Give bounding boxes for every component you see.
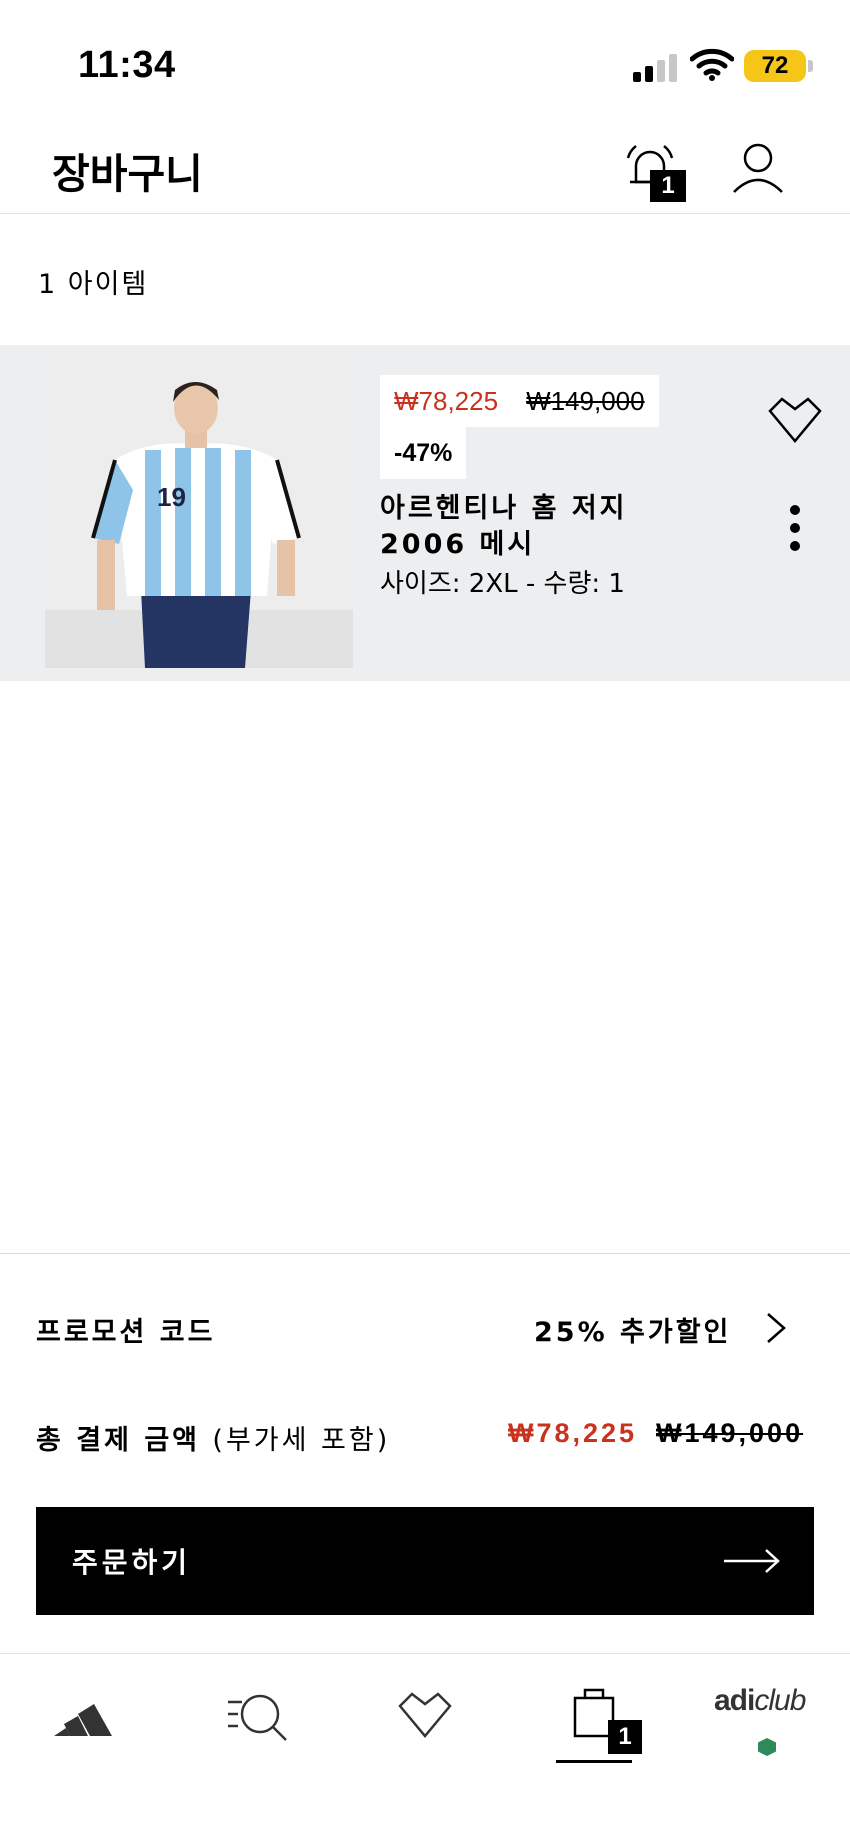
- page-title: 장바구니: [52, 150, 203, 198]
- signal-icon: [633, 52, 679, 82]
- total-label-text: 총 결제 금액: [36, 1425, 200, 1456]
- bottom-nav: 1 adiclub: [0, 1653, 850, 1840]
- heart-icon: [398, 1692, 452, 1738]
- item-count: 1 아이템: [38, 269, 149, 300]
- checkout-label: 주문하기: [72, 1546, 192, 1579]
- search-icon: [228, 1694, 287, 1741]
- active-tab-indicator: [556, 1760, 632, 1763]
- nav-wishlist[interactable]: [396, 1684, 456, 1754]
- total-vat-note: (부가세 포함): [212, 1425, 391, 1456]
- jersey-photo: 19: [45, 360, 353, 668]
- total-label: 총 결제 금액 (부가세 포함): [36, 1418, 390, 1457]
- summary-divider: [0, 1253, 850, 1254]
- notification-button[interactable]: 1: [622, 140, 692, 204]
- battery-tip: [808, 60, 813, 72]
- cart-header: 장바구니 1: [0, 120, 850, 214]
- sale-price: ₩78,225: [394, 385, 499, 416]
- total-original-price: ₩149,000: [656, 1418, 804, 1448]
- status-time: 11:34: [78, 44, 176, 86]
- more-dot-icon: [790, 505, 800, 515]
- total-row: 총 결제 금액 (부가세 포함) ₩78,225 ₩149,000: [36, 1408, 816, 1464]
- adiclub-label-bold: adi: [714, 1684, 755, 1717]
- adidas-logo-icon: [54, 1704, 112, 1736]
- heart-icon: [768, 397, 822, 443]
- adiclub-status-icon: [758, 1738, 776, 1756]
- bag-count-badge: 1: [608, 1720, 642, 1754]
- arrow-right-icon: [724, 1549, 780, 1573]
- user-icon: [733, 143, 783, 193]
- more-dot-icon: [790, 541, 800, 551]
- price-box: ₩78,225 ₩149,000: [380, 375, 659, 427]
- more-dot-icon: [790, 523, 800, 533]
- notification-count-badge: 1: [650, 170, 686, 202]
- promo-label: 프로모션 코드: [36, 1317, 216, 1348]
- battery-level: 72: [744, 50, 806, 82]
- checkout-button[interactable]: 주문하기: [36, 1507, 814, 1615]
- adiclub-label-italic: club: [754, 1684, 806, 1717]
- product-image[interactable]: 19: [45, 360, 353, 668]
- jersey-number: 19: [157, 482, 186, 512]
- wishlist-button[interactable]: [766, 395, 824, 447]
- more-options-button[interactable]: [780, 505, 810, 555]
- wifi-icon: [690, 48, 734, 81]
- status-bar: 11:34 72: [0, 0, 850, 120]
- product-name[interactable]: 아르헨티나 홈 저지 2006 메시: [380, 491, 670, 563]
- total-sale-price: ₩78,225: [508, 1418, 638, 1448]
- chevron-right-icon: [767, 1313, 786, 1343]
- product-size-quantity: 사이즈: 2XL - 수량: 1: [380, 569, 625, 599]
- account-button[interactable]: [730, 140, 786, 200]
- nav-adiclub[interactable]: adiclub: [714, 1684, 806, 1718]
- nav-home[interactable]: [50, 1684, 130, 1754]
- discount-badge: -47%: [380, 427, 467, 479]
- promo-code-row[interactable]: 프로모션 코드 25% 추가할인: [36, 1300, 796, 1356]
- promo-value: 25% 추가할인: [534, 1317, 732, 1348]
- nav-bag[interactable]: 1: [572, 1684, 642, 1754]
- nav-search[interactable]: [226, 1684, 296, 1754]
- original-price: ₩149,000: [526, 385, 645, 416]
- cart-item[interactable]: 19 ₩78,225 ₩149,000 -47% 아르헨티나 홈 저지 2006…: [0, 345, 850, 681]
